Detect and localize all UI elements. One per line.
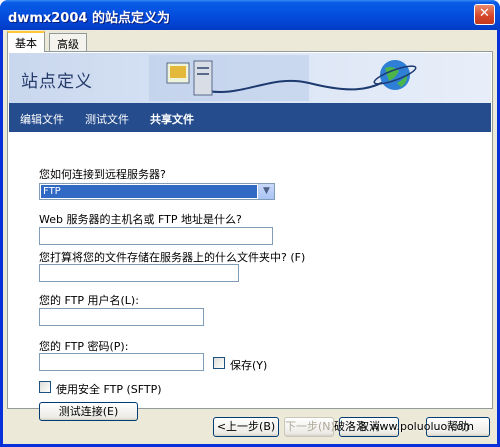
nav-edit-files[interactable]: 编辑文件 xyxy=(20,111,64,127)
dialog-window: dwmx2004 的站点定义为 ✕ 基本 高级 站点定义 编辑文件 测试文件 共… xyxy=(0,0,500,447)
folder-question: 您打算将您的文件存储在服务器上的什么文件夹中? (F) xyxy=(39,251,306,264)
username-label: 您的 FTP 用户名(L): xyxy=(39,294,139,307)
watermark: 破洛洛 www.poluoluo.com xyxy=(334,420,474,433)
network-illustration-icon xyxy=(149,55,417,101)
banner: 站点定义 xyxy=(9,53,491,103)
connect-question: 您如何连接到远程服务器? xyxy=(39,168,166,181)
host-input[interactable] xyxy=(39,227,273,245)
username-input[interactable] xyxy=(39,308,204,326)
connection-type-value: FTP xyxy=(41,185,257,198)
password-input[interactable] xyxy=(39,353,204,371)
close-button[interactable]: ✕ xyxy=(474,4,495,25)
save-password-checkbox[interactable] xyxy=(213,357,225,369)
host-question: Web 服务器的主机名或 FTP 地址是什么? xyxy=(39,213,242,226)
back-button[interactable]: <上一步(B) xyxy=(213,417,279,437)
sftp-checkbox[interactable] xyxy=(39,381,51,393)
dialog-body: 基本 高级 站点定义 编辑文件 测试文件 共享文件 您如何连接到远程服务器? F… xyxy=(3,30,497,444)
tab-advanced[interactable]: 高级 xyxy=(49,33,87,52)
folder-input[interactable] xyxy=(39,264,239,282)
test-connection-button[interactable]: 测试连接(E) xyxy=(39,402,138,421)
password-label: 您的 FTP 密码(P): xyxy=(39,340,129,353)
sftp-label: 使用安全 FTP (SFTP) xyxy=(56,383,162,396)
section-nav: 编辑文件 测试文件 共享文件 xyxy=(9,103,491,132)
title-bar[interactable]: dwmx2004 的站点定义为 ✕ xyxy=(0,0,500,30)
window-title: dwmx2004 的站点定义为 xyxy=(8,11,170,26)
chevron-down-icon[interactable]: ▼ xyxy=(258,184,274,199)
connection-type-select[interactable]: FTP ▼ xyxy=(39,183,275,200)
nav-share-files[interactable]: 共享文件 xyxy=(150,111,194,127)
next-button[interactable]: 下一步(N) xyxy=(284,417,335,437)
tab-basic[interactable]: 基本 xyxy=(7,31,45,52)
nav-test-files[interactable]: 测试文件 xyxy=(85,111,129,127)
tab-panel: 站点定义 编辑文件 测试文件 共享文件 您如何连接到远程服务器? FTP ▼ W… xyxy=(7,51,493,421)
save-password-label: 保存(Y) xyxy=(230,359,268,372)
